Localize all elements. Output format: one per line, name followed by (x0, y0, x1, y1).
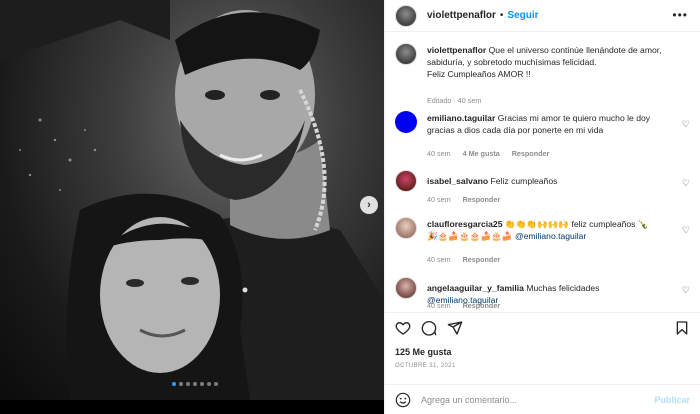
carousel-dot (214, 382, 218, 386)
comment-line-1: Muchas felicidades (526, 283, 600, 293)
comment-time: 40 sem (427, 301, 451, 310)
comment-meta: 40 sem 4 Me gusta Responder (427, 149, 549, 158)
comment-avatar[interactable] (395, 217, 417, 239)
photo-illustration (0, 0, 384, 400)
carousel-dot (200, 382, 204, 386)
comment-line-2: gracias a dios cada día por ponerte en m… (427, 125, 604, 135)
caption-edited-time: Editado · 40 sem (427, 96, 482, 105)
comment-input[interactable] (421, 394, 655, 405)
comment-like-icon[interactable]: ♡ (682, 178, 690, 189)
heart-icon[interactable] (395, 320, 411, 336)
header-separator: • (499, 10, 504, 21)
comment-username[interactable]: claufloresgarcia25 (427, 219, 502, 229)
caption-line-1: Que el universo continúe llenándote de a… (488, 45, 662, 55)
post-date: OCTUBRE 31, 2021 (395, 363, 456, 369)
comments-list[interactable]: violettpenaflor Que el universo continúe… (385, 33, 700, 311)
caption: violettpenaflor Que el universo continúe… (395, 43, 690, 105)
comment-line-1: 👏👏👏🙌🙌🙌 feliz cumpleaños 🍾 (504, 219, 649, 229)
next-arrow-icon: › (367, 199, 371, 211)
carousel-dot (186, 382, 190, 386)
comment-username[interactable]: emiliano.taguilar (427, 113, 495, 123)
comment-time: 40 sem (427, 255, 451, 264)
comment-meta: 40 sem Responder (427, 301, 500, 310)
comment-item: claufloresgarcia25 👏👏👏🙌🙌🙌 feliz cumpleañ… (395, 217, 690, 271)
comment-mention[interactable]: @emiliano.taguilar (515, 231, 586, 241)
carousel-dot (193, 382, 197, 386)
caption-text: violettpenaflor Que el universo continúe… (427, 44, 672, 80)
comment-emoji-line: 🎉🎂🍰🎂🎂🍰🎂🍰 (427, 231, 513, 241)
carousel-indicator (172, 382, 218, 386)
comment-likes[interactable]: 4 Me gusta (463, 149, 500, 158)
comment-icon[interactable] (421, 320, 437, 336)
carousel-dot (172, 382, 176, 386)
likes-count[interactable]: 125 Me gusta (395, 347, 452, 357)
bookmark-icon[interactable] (674, 320, 690, 336)
caption-username[interactable]: violettpenaflor (427, 45, 486, 55)
comment-text: isabel_salvano Feliz cumpleaños (427, 175, 672, 187)
comment-reply-button[interactable]: Responder (463, 195, 501, 204)
comment-text: claufloresgarcia25 👏👏👏🙌🙌🙌 feliz cumpleañ… (427, 218, 672, 242)
comment-item: emiliano.taguilar Gracias mi amor te qui… (395, 111, 690, 161)
action-bar (395, 320, 690, 338)
caption-line-2: sabiduría, y sobretodo muchísimas felici… (427, 57, 597, 67)
publish-button[interactable]: Publicar (654, 395, 690, 405)
comment-avatar[interactable] (395, 111, 417, 133)
post-sidebar: violettpenaflor • Seguir ••• violettpena… (384, 0, 700, 414)
author-username[interactable]: violettpenaflor (427, 10, 496, 21)
follow-button[interactable]: Seguir (507, 10, 538, 21)
carousel-dot (179, 382, 183, 386)
caption-avatar[interactable] (395, 43, 417, 65)
photo-letterbox (0, 400, 384, 414)
more-options-icon[interactable]: ••• (672, 8, 688, 22)
comment-text: emiliano.taguilar Gracias mi amor te qui… (427, 112, 672, 136)
comment-line-1: Gracias mi amor te quiero mucho le doy (497, 113, 651, 123)
comment-item: isabel_salvano Feliz cumpleaños ♡ 40 sem… (395, 170, 690, 210)
comment-line-1: Feliz cumpleaños (490, 176, 558, 186)
comment-username[interactable]: isabel_salvano (427, 176, 488, 186)
comment-like-icon[interactable]: ♡ (682, 119, 690, 130)
author-avatar[interactable] (395, 4, 417, 27)
comment-meta: 40 sem Responder (427, 255, 500, 264)
comment-avatar[interactable] (395, 170, 417, 192)
comment-avatar[interactable] (395, 277, 417, 299)
share-icon[interactable] (447, 320, 463, 336)
caption-meta: Editado · 40 sem (427, 96, 481, 105)
comment-like-icon[interactable]: ♡ (682, 225, 690, 236)
comment-time: 40 sem (427, 195, 451, 204)
comment-reply-button[interactable]: Responder (463, 301, 501, 310)
caption-line-3: Feliz Cumpleaños AMOR !! (427, 69, 531, 79)
comment-item: angelaaguilar_y_familia Muchas felicidad… (395, 277, 690, 311)
post-photo[interactable]: › (0, 0, 384, 400)
add-comment-bar: Publicar (385, 384, 700, 414)
post-header: violettpenaflor • Seguir ••• (385, 0, 700, 32)
comment-username[interactable]: angelaaguilar_y_familia (427, 283, 524, 293)
comment-reply-button[interactable]: Responder (512, 149, 550, 158)
next-photo-button[interactable]: › (360, 196, 378, 214)
comment-time: 40 sem (427, 149, 451, 158)
emoji-icon[interactable] (395, 392, 411, 408)
comment-reply-button[interactable]: Responder (463, 255, 501, 264)
comment-like-icon[interactable]: ♡ (682, 285, 690, 296)
divider (385, 312, 700, 313)
comment-meta: 40 sem Responder (427, 195, 500, 204)
carousel-dot (207, 382, 211, 386)
